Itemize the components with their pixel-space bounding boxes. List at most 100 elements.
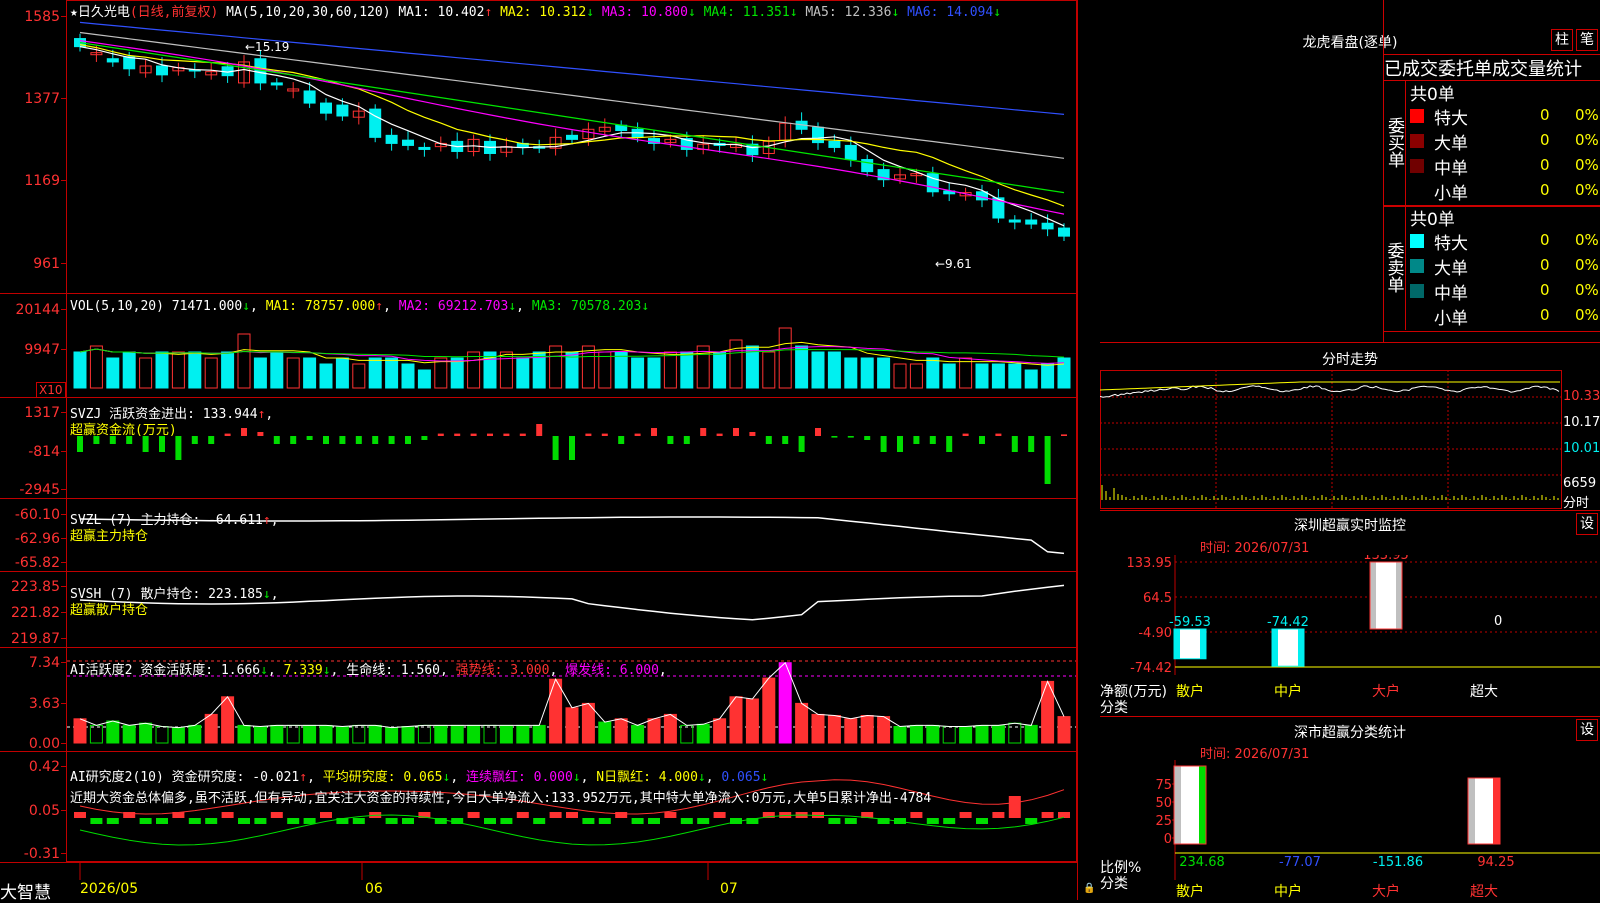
ai-active-bar [878,717,890,743]
volume-bar [828,352,840,388]
monitor-y-tick: 133.95 [1127,556,1173,571]
panel-divider [1383,0,1384,342]
star-icon[interactable]: ★ [70,5,78,20]
candle-body [271,83,282,85]
candle-body [403,140,414,145]
class-y-tick: 0 [1164,832,1172,847]
svzj-bar [749,432,755,436]
y-tick-label: -814 [28,444,60,460]
ai-active-bar [500,725,512,743]
fenshi-unit: 分时 [1563,492,1589,511]
volume-bar [238,334,250,388]
ma1-arrow: ↑ [484,5,492,20]
row-pct: 0% [1575,256,1599,274]
svzj-bar [651,428,657,436]
vol-unit-badge[interactable]: X10 [36,382,66,398]
ai-active-bar [910,725,922,743]
ai-research-arrow-e: ↓ [761,770,769,785]
ai-active-bar [582,703,594,743]
y-tick-label: 1585 [24,9,60,25]
ai-research-line [80,815,1064,845]
sz-monitor-cat-label: 分类 [1100,697,1128,717]
class-cat: 大户 [1372,883,1400,900]
ai-research-bar [943,818,955,824]
low-annotation: ←9.61 [935,257,972,271]
volume-bar [172,352,184,388]
y-tick-label: 20144 [15,302,60,318]
monitor-value: -74.42 [1267,615,1309,630]
monitor-cat: 超大 [1470,684,1498,700]
svzj-bar [799,436,805,452]
volume-bar [910,364,922,388]
svzj-bar [602,434,608,436]
ai-active-bar [894,727,906,744]
y-tick-label: 3.63 [29,696,60,712]
ai-active-bar [435,725,447,743]
ai-research-header: AI研究度2(10) 资金研究度: -0.021↑, 平均研究度: 0.065↓… [70,766,768,785]
sz-monitor-time: 时间: 2026/07/31 [1200,537,1309,556]
svzj-bar [618,436,624,444]
tick-mode-button[interactable]: 笔 [1576,29,1598,51]
ai-research-last: 0.065 [721,770,760,785]
monitor-bar [1272,629,1304,666]
sz-class-title: 深市超赢分类统计 [1100,722,1600,742]
lock-icon[interactable]: 🔒 [1083,883,1095,894]
volume-bar [353,364,365,388]
ma-params: MA(5,10,20,30,60,120) [226,5,390,20]
ai-research-avg: 平均研究度: 0.065 [323,770,443,785]
class-value: 234.68 [1179,855,1225,870]
row-label: 中单 [1434,154,1468,179]
ai-active-bar [140,723,152,743]
svzj-bar [733,428,739,436]
fenshi-chart[interactable] [1100,370,1600,510]
ai-active-bar [861,716,873,744]
ai-active-bar [402,727,414,744]
ma2-arrow: ↓ [586,5,594,20]
monitor-y-tick: -4.90 [1138,626,1172,641]
ai-research-bar [910,812,922,818]
y-tick-label: -0.31 [24,846,60,862]
svzj-bar [569,436,575,460]
candle-body [1009,220,1020,222]
svzj-bar [717,434,723,436]
ai-active-bar [697,724,709,743]
y-tick-label: -2945 [19,482,60,498]
ma4-arrow: ↓ [790,5,798,20]
volume-bar [763,352,775,388]
sz-class-settings-button[interactable]: 设 [1576,719,1598,741]
ai-active-bar [468,725,480,743]
ai-active-bar [320,725,332,743]
ai-active-bar [845,719,857,743]
volume-bar [222,352,234,388]
sz-monitor-settings-button[interactable]: 设 [1576,513,1598,535]
volume-bar [714,352,726,388]
row-label: 大单 [1434,129,1468,154]
period-label[interactable]: (日线,前复权) [130,5,218,20]
row-label: 小单 [1434,179,1468,204]
ai-active-bar [451,725,463,743]
ai-active-bar [386,728,398,743]
svzj-bar [979,436,985,444]
bar-mode-button[interactable]: 柱 [1551,29,1573,51]
high-annotation: ←15.19 [245,40,289,54]
ai-research-arrow-b: ↓ [443,770,451,785]
svzj-bar [372,436,378,444]
svzj-bar [454,434,460,436]
volume-bar [664,352,676,388]
ai-active-strong: 强势线: 3.000 [456,663,550,678]
ai-research-bar [320,812,332,818]
ai-research-bar [205,818,217,824]
svzj-bar [585,434,591,436]
svzj-bar [766,436,772,444]
ma5-value: MA5: 12.336 [805,5,891,20]
kline-chart-area[interactable]: 1585 1377 1169 961 20144 9947 1317 -814 -2945 -60… [0,0,1100,900]
ai-active-bar [336,727,348,744]
ai-active-bar [828,716,840,744]
row-pct: 0% [1575,156,1599,174]
y-tick-label: -62.96 [15,531,60,547]
ai-research-bar [927,818,939,824]
dragon-tabs[interactable]: 已成交委托单成交量统计 [1383,54,1600,81]
ai-active-bar [353,725,365,743]
svzj-bar [290,436,296,444]
ai-research-bar [648,818,660,824]
